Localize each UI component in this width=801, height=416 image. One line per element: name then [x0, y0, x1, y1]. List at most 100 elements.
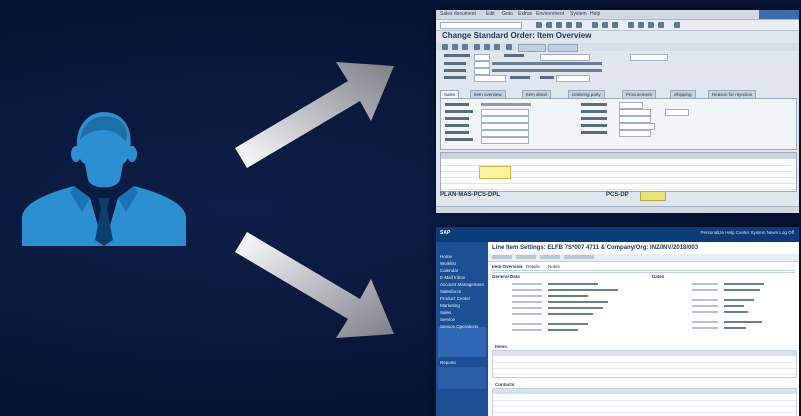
sidebar-item[interactable]: Service: [440, 317, 455, 322]
exit-icon[interactable]: [566, 22, 572, 28]
documents-button[interactable]: [548, 44, 578, 52]
sidebar: Home Worklist Calendar E-Mail Inbox Acco…: [436, 242, 488, 416]
create-button[interactable]: [564, 255, 594, 259]
save-icon[interactable]: [546, 22, 552, 28]
print-icon[interactable]: [592, 22, 598, 28]
orders-button[interactable]: [518, 44, 546, 52]
save-button[interactable]: [492, 255, 512, 259]
menu-item[interactable]: Environment: [536, 11, 564, 17]
items-table: Items: [492, 344, 797, 378]
tab-details[interactable]: Details: [526, 264, 540, 269]
back-icon[interactable]: [556, 22, 562, 28]
web-header: SAP Personalize Help Center System News …: [436, 227, 799, 242]
po-number-field[interactable]: [474, 75, 506, 82]
stage: Sales document Edit Goto Extras Environm…: [0, 0, 801, 416]
cancel-icon[interactable]: [576, 22, 582, 28]
delivery-block-field[interactable]: [481, 123, 529, 130]
tab-strip: Sales Item overview Item detail Ordering…: [440, 90, 795, 99]
header-fields: [444, 54, 794, 88]
selected-cell[interactable]: [479, 166, 511, 179]
sidebar-selected-group: [438, 327, 486, 357]
entry-button[interactable]: [640, 191, 666, 201]
find-next-icon[interactable]: [612, 22, 618, 28]
sidebar-secondary-group: [438, 367, 486, 389]
application-toolbar: [436, 43, 799, 52]
currency-field[interactable]: [630, 54, 668, 61]
sidebar-item[interactable]: Marketing: [440, 303, 460, 308]
sidebar-item[interactable]: Reports: [440, 360, 456, 365]
volume-field[interactable]: [619, 116, 651, 123]
tab-item-overview[interactable]: Item Overview: [492, 264, 523, 269]
menu-bar: Sales document Edit Goto Extras Environm…: [436, 10, 799, 20]
order-type-field[interactable]: [474, 54, 490, 61]
footer-code: PCS-DP: [606, 192, 629, 198]
delete-icon[interactable]: [484, 44, 490, 50]
edit-button[interactable]: [540, 255, 560, 259]
enter-icon[interactable]: [536, 22, 542, 28]
find-icon[interactable]: [602, 22, 608, 28]
payment-card-field[interactable]: [481, 137, 529, 144]
sidebar-item[interactable]: Account Management: [440, 282, 484, 287]
sidebar-item[interactable]: Sales: [440, 310, 451, 315]
menu-item[interactable]: Edit: [486, 11, 495, 17]
po-date-field[interactable]: [556, 75, 590, 82]
sidebar-item[interactable]: Service Operations: [440, 324, 478, 329]
section-title: Dates: [652, 274, 665, 279]
table-header: [493, 389, 796, 394]
ship-to-field[interactable]: [474, 68, 490, 75]
copy-icon[interactable]: [474, 44, 480, 50]
billing-block-field[interactable]: [481, 130, 529, 137]
net-value-field[interactable]: [540, 54, 590, 61]
table-row[interactable]: [493, 369, 796, 375]
main-content: Line Item Settings: ELFB 7S*007 4711 & C…: [488, 242, 799, 416]
menu-item[interactable]: Help: [590, 11, 600, 17]
header-links[interactable]: Personalize Help Center System News Log …: [701, 230, 794, 235]
sidebar-item[interactable]: Calendar: [440, 268, 458, 273]
web-ui-screenshot: SAP Personalize Help Center System News …: [436, 227, 799, 416]
req-delivery-date-field[interactable]: [481, 109, 529, 116]
delivery-plant-field[interactable]: [619, 102, 643, 109]
contacts-table: Contacts: [492, 382, 797, 416]
page-title: Line Item Settings: ELFB 7S*007 4711 & C…: [492, 245, 699, 251]
sap-logo: [759, 10, 799, 19]
pricing-date-field[interactable]: [619, 123, 655, 130]
weight-unit-field[interactable]: [665, 109, 689, 116]
table-header: [441, 153, 796, 159]
sold-to-field[interactable]: [474, 61, 490, 68]
menu-item[interactable]: System: [570, 11, 587, 17]
page-next-icon[interactable]: [648, 22, 654, 28]
sidebar-item[interactable]: Product Center: [440, 296, 470, 301]
cancel-button[interactable]: [516, 255, 536, 259]
menu-item[interactable]: Goto: [502, 11, 513, 17]
items-table: [440, 152, 797, 192]
page-title: Change Standard Order: Item Overview: [442, 31, 592, 40]
pricing-icon[interactable]: [506, 44, 512, 50]
sidebar-item[interactable]: Home: [440, 254, 452, 259]
total-weight-field[interactable]: [619, 109, 651, 116]
table-row[interactable]: [493, 407, 796, 413]
page-last-icon[interactable]: [658, 22, 664, 28]
menu-item[interactable]: Extras: [518, 11, 532, 17]
page-first-icon[interactable]: [628, 22, 634, 28]
menu-item[interactable]: Sales document: [440, 11, 476, 17]
action-toolbar: [488, 254, 799, 262]
table-row[interactable]: [441, 184, 796, 190]
items-icon[interactable]: [462, 44, 468, 50]
sidebar-item[interactable]: Worklist: [440, 261, 456, 266]
detail-icon[interactable]: [494, 44, 500, 50]
tab-bar: Item Overview Details Notes: [492, 264, 795, 271]
sidebar-item[interactable]: Salesforce: [440, 289, 461, 294]
sidebar-item[interactable]: E-Mail Inbox: [440, 275, 465, 280]
page-prev-icon[interactable]: [638, 22, 644, 28]
footer-text: PLAN-MAS-PCS-DPL: [440, 192, 500, 198]
help-icon[interactable]: [674, 22, 680, 28]
header-icon[interactable]: [452, 44, 458, 50]
tab-notes[interactable]: Notes: [548, 264, 560, 269]
section-title: Contacts: [495, 382, 515, 387]
table-header: [493, 351, 796, 356]
display-icon[interactable]: [442, 44, 448, 50]
command-field[interactable]: [440, 22, 522, 29]
complete-delivery-field[interactable]: [481, 116, 529, 123]
status-bar: [436, 206, 799, 213]
order-reason-field[interactable]: [619, 130, 651, 137]
